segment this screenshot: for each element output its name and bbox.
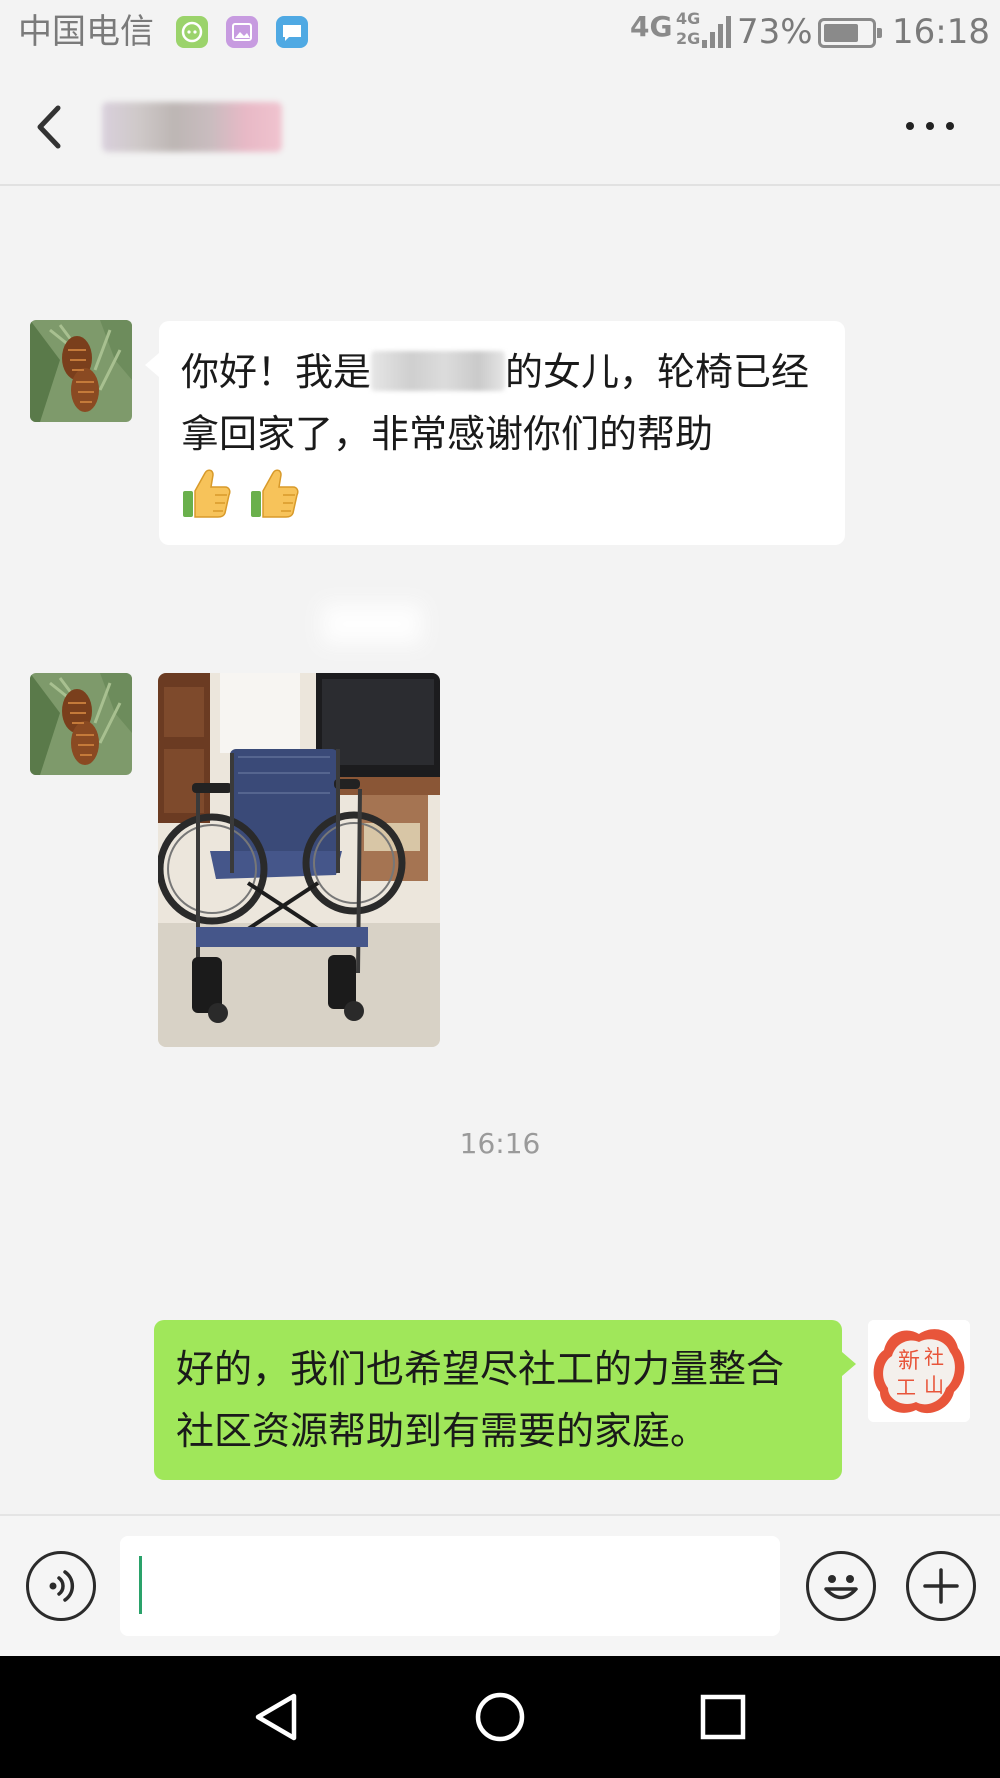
chat-input-bar (0, 1514, 1000, 1656)
recents-square-icon[interactable] (696, 1690, 750, 1744)
network-small-bottom: 2G (676, 29, 701, 48)
chat-header (0, 66, 1000, 186)
network-type: 4G (630, 10, 673, 43)
signal-strength-icon (702, 16, 731, 48)
thumbs-up-icon (181, 465, 231, 521)
message-text: 好的，我们也希望尽社工的力量整合社区资源帮助到有需要的家庭。 (176, 1347, 785, 1453)
outgoing-message-bubble[interactable]: 好的，我们也希望尽社工的力量整合社区资源帮助到有需要的家庭。 (154, 1320, 856, 1480)
avatar-char: 山 (924, 1373, 944, 1397)
plus-circle-icon[interactable] (906, 1551, 976, 1621)
battery-percent: 73% (737, 12, 813, 52)
status-bar: 中国电信 4G 4G 2G 73% 16:18 (0, 0, 1000, 66)
back-triangle-icon[interactable] (250, 1690, 304, 1744)
message-app-icon (276, 16, 308, 48)
avatar-char: 社 (924, 1345, 944, 1369)
carrier-name: 中国电信 (18, 12, 154, 52)
smiley-icon[interactable] (806, 1551, 876, 1621)
contact-avatar[interactable] (30, 673, 132, 775)
avatar-char: 新 (898, 1349, 920, 1374)
blur-smudge (322, 604, 422, 644)
battery-fill (824, 24, 858, 42)
wechat-app-icon (176, 16, 208, 48)
contact-name-blurred[interactable] (102, 102, 282, 152)
redacted-name (371, 351, 506, 391)
avatar-char: 工 (896, 1375, 916, 1399)
message-timestamp: 16:16 (459, 1127, 541, 1160)
more-dots-icon[interactable] (900, 114, 960, 138)
text-cursor (139, 1556, 142, 1614)
contact-avatar[interactable] (30, 320, 132, 422)
network-small-top: 4G (676, 9, 701, 28)
chevron-left-icon[interactable] (30, 102, 66, 152)
message-input[interactable] (120, 1536, 780, 1636)
thumbs-up-icon (249, 465, 299, 521)
voice-input-icon[interactable] (26, 1551, 96, 1621)
home-circle-icon[interactable] (473, 1690, 527, 1744)
battery-icon (818, 18, 882, 48)
message-text-part: 你好！我是 (181, 350, 372, 394)
gallery-app-icon (226, 16, 258, 48)
status-time: 16:18 (892, 12, 990, 52)
my-avatar[interactable]: 新 社 工 山 (868, 1320, 970, 1422)
incoming-message-bubble[interactable]: 你好！我是 的女儿，轮椅已经拿回家了，非常感谢你们的帮助 (145, 321, 845, 545)
wheelchair-photo[interactable] (158, 673, 440, 1047)
system-navigation-bar (0, 1656, 1000, 1778)
emoji-row (181, 465, 823, 527)
